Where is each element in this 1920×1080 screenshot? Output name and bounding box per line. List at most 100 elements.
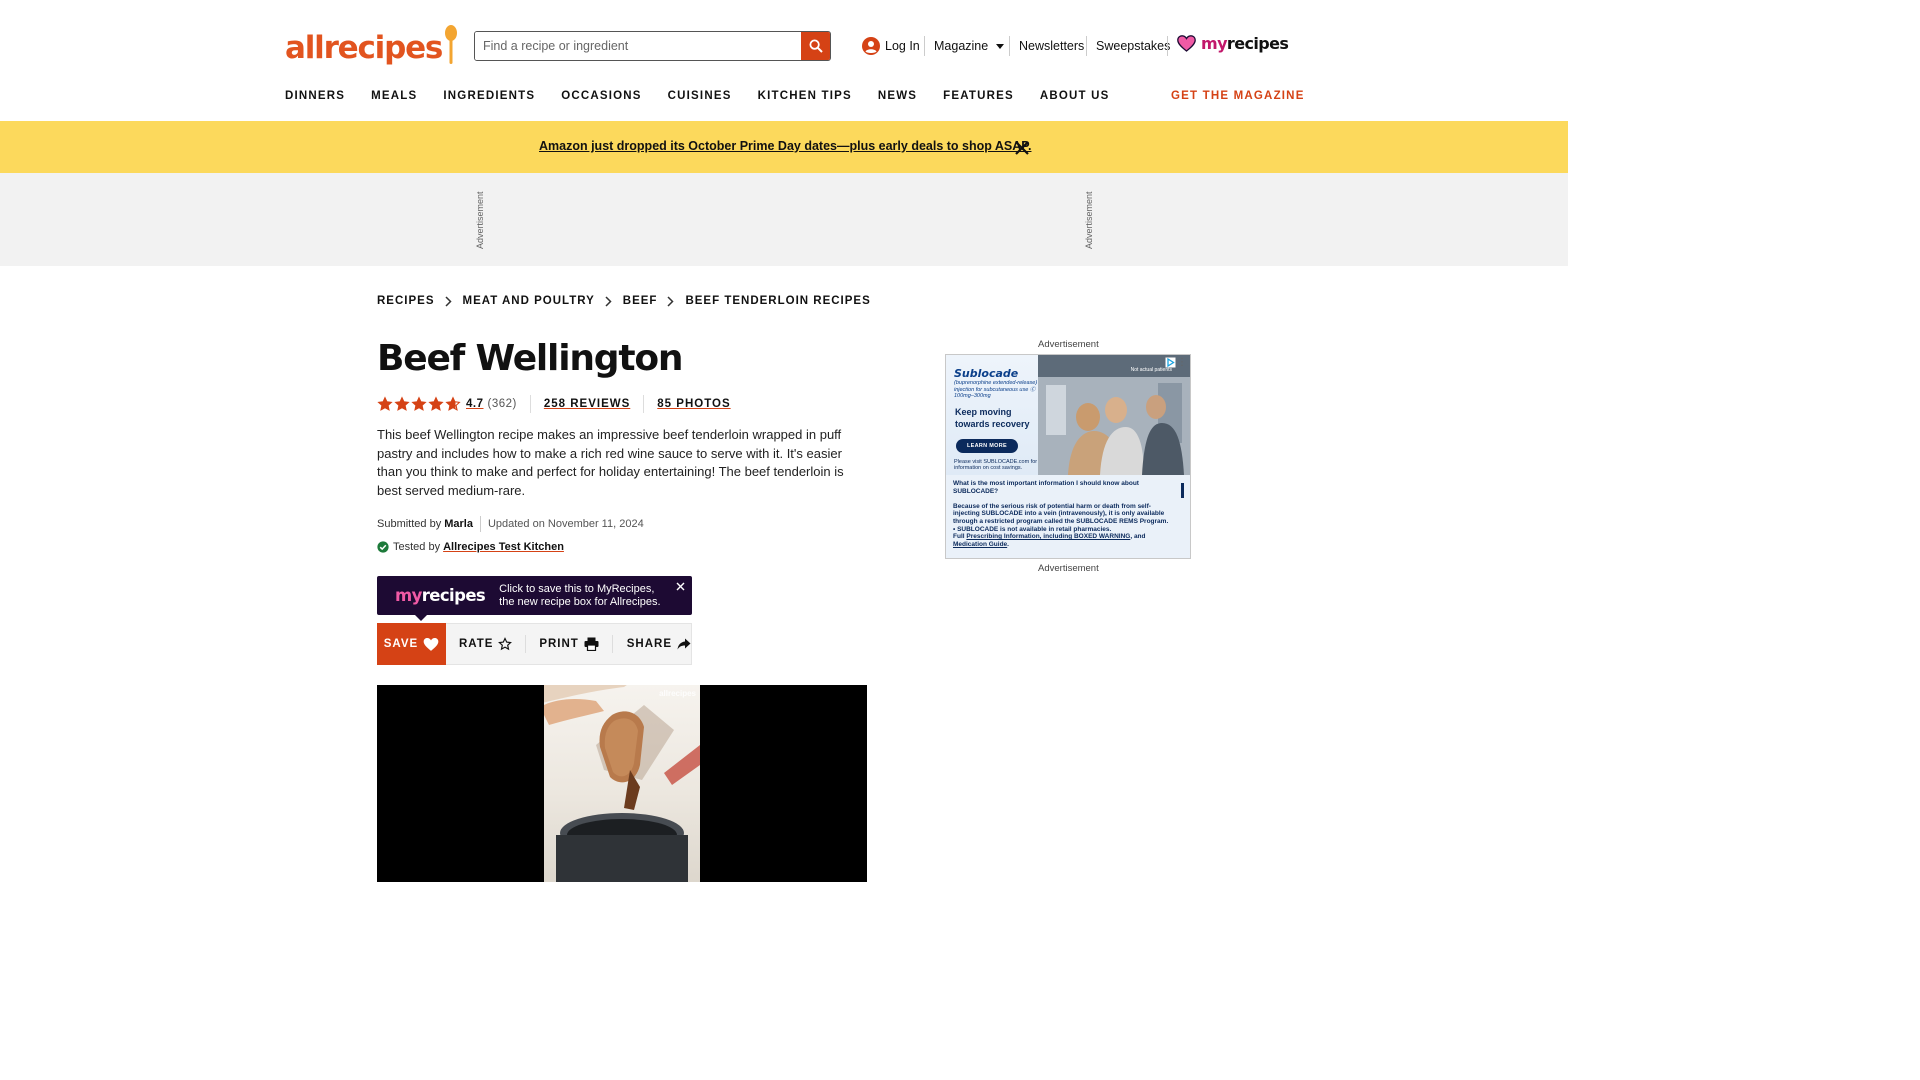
magazine-label: Magazine [934,39,989,53]
chevron-right-icon [605,295,612,307]
rating-row: 4.7 (362) 258 REVIEWS 85 PHOTOS [377,395,731,413]
save-button[interactable]: SAVE [377,623,446,665]
adchoices-icon[interactable] [1165,357,1176,368]
ad-label-right: Advertisement [1084,191,1094,249]
nav-item-dinners[interactable]: DINNERS [285,90,345,102]
rating-value[interactable]: 4.7 [466,398,484,410]
reviews-link[interactable]: 258 REVIEWS [544,398,630,410]
sidebar-ad-label-top: Advertisement [1038,339,1099,350]
newsletters-link[interactable]: Newsletters [1019,35,1084,57]
ad-isi-text: What is the most important information I… [953,480,1169,548]
main-nav: DINNERS MEALS INGREDIENTS OCCASIONS CUIS… [285,90,1136,102]
print-label: PRINT [539,638,579,650]
nav-item-news[interactable]: NEWS [878,90,917,102]
author-name[interactable]: Marla [444,518,473,530]
recipe-video[interactable]: allrecipes [377,685,867,882]
myrecipes-tooltip[interactable]: myrecipes Click to save this to MyRecipe… [377,576,692,621]
save-label: SAVE [383,638,419,650]
close-icon[interactable] [676,582,685,591]
search-button[interactable] [801,32,830,60]
caret-down-icon [996,43,1005,49]
get-the-magazine-link[interactable]: GET THE MAGAZINE [1171,90,1305,102]
divider [529,395,531,413]
chevron-right-icon [444,295,452,307]
breadcrumb: RECIPES MEAT AND POULTRY BEEF BEEF TENDE… [377,295,871,307]
star-icon [498,637,513,651]
heart-icon [423,637,439,651]
star-icon [445,396,461,411]
print-button[interactable]: PRINT [539,637,599,651]
nav-item-occasions[interactable]: OCCASIONS [561,90,641,102]
breadcrumb-beef[interactable]: BEEF [623,295,658,307]
search-icon [809,39,823,53]
divider [643,395,645,413]
ad-menu-icon[interactable]: ⋮ [1177,357,1187,368]
star-icon [428,396,444,411]
test-kitchen-link[interactable]: Allrecipes Test Kitchen [443,541,564,553]
video-watermark: allrecipes [659,689,696,698]
ad-isi: What is the most important information I… [946,475,1190,558]
divider [1167,36,1168,56]
nav-item-features[interactable]: FEATURES [943,90,1014,102]
close-icon[interactable] [1014,140,1030,156]
star-rating[interactable] [377,396,461,412]
check-badge-icon [377,541,389,553]
share-icon [677,638,691,650]
ad-brand-sub: (buprenorphine extended-release) injecti… [954,380,1038,399]
photos-link[interactable]: 85 PHOTOS [657,398,730,410]
sidebar-ad-label-bottom: Advertisement [1038,563,1099,574]
chevron-right-icon [667,295,675,307]
page-title: Beef Wellington [377,338,684,379]
nav-item-cuisines[interactable]: CUISINES [668,90,732,102]
nav-item-kitchen-tips[interactable]: KITCHEN TIPS [758,90,852,102]
login-label: Log In [885,39,920,53]
ad-hero: Sublocade (buprenorphine extended-releas… [946,355,1190,475]
logo-wordmark: allrecipes [285,30,443,66]
rate-button[interactable]: RATE [458,637,513,651]
search-bar [474,31,831,61]
top-ad-band: Advertisement Advertisement [0,173,1568,266]
sweepstakes-link[interactable]: Sweepstakes [1096,35,1170,57]
ad-photo-image [1038,355,1190,475]
login-link[interactable]: Log In [862,35,920,57]
share-label: SHARE [626,638,672,650]
heart-icon [1177,35,1196,52]
breadcrumb-recipes[interactable]: RECIPES [377,295,435,307]
ad-label-left: Advertisement [475,191,485,249]
search-input[interactable] [475,32,801,60]
updated-date: Updated on November 11, 2024 [487,518,644,530]
nav-item-ingredients[interactable]: INGREDIENTS [443,90,535,102]
myrecipes-link[interactable]: myrecipes [1177,34,1289,53]
nav-item-about-us[interactable]: ABOUT US [1040,90,1110,102]
tested-by: Tested by Allrecipes Test Kitchen [377,541,564,553]
spoon-icon [445,25,458,64]
recipe-actions: SAVE RATE PRINT SHARE [377,623,692,665]
promo-link[interactable]: Amazon just dropped its October Prime Da… [539,139,1031,153]
newsletters-label: Newsletters [1019,39,1085,53]
site-header: allrecipes Log In Magazine Newsletters [0,0,1568,121]
ad-visit-text: Please visit SUBLOCADE.com for informati… [954,459,1038,471]
myrecipes-logo: myrecipes [395,586,486,605]
divider [924,36,925,56]
nav-item-meals[interactable]: MEALS [371,90,417,102]
myrecipes-tooltip-text: Click to save this to MyRecipes, the new… [499,582,661,608]
star-icon [411,396,427,411]
ad-learn-more-button[interactable]: LEARN MORE [956,439,1018,453]
rating-count: (362) [487,398,517,410]
recipe-description: This beef Wellington recipe makes an imp… [377,427,844,498]
allrecipes-logo[interactable]: allrecipes [285,24,458,68]
ad-scrollbar[interactable] [1181,483,1184,498]
ad-brand: Sublocade [954,367,1019,380]
breadcrumb-beef-tenderloin-recipes[interactable]: BEEF TENDERLOIN RECIPES [685,295,870,307]
share-button[interactable]: SHARE [627,638,691,650]
divider [479,516,481,532]
tooltip-arrow [415,615,427,621]
rate-label: RATE [458,638,494,650]
myrecipes-wordmark: myrecipes [1201,34,1289,53]
magazine-dropdown[interactable]: Magazine [934,35,1005,57]
sidebar-ad[interactable]: Sublocade (buprenorphine extended-releas… [945,354,1191,559]
divider [1086,36,1087,56]
breadcrumb-meat-and-poultry[interactable]: MEAT AND POULTRY [463,295,595,307]
ad-photo [1038,355,1190,475]
divider [525,635,527,653]
